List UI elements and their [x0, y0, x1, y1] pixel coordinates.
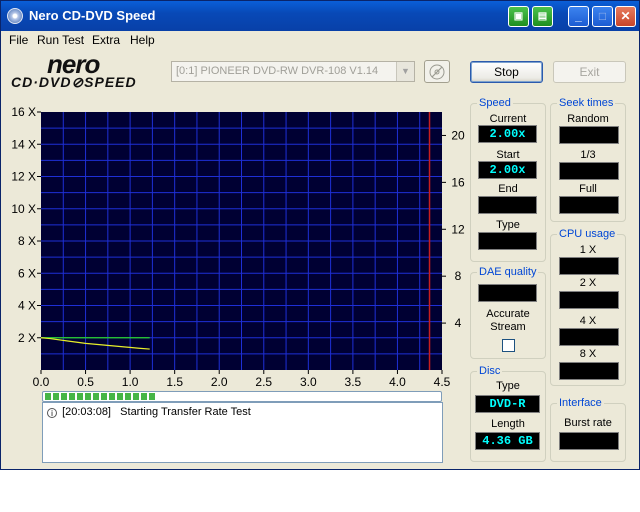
main-window: Nero CD-DVD Speed ▣ ▤ _ □ ✕ File Run Tes…: [0, 0, 640, 470]
seek-third-display: [559, 162, 619, 180]
nero-logo: nero CD·DVD⊘SPEED: [9, 49, 159, 91]
y-left-tick-label: 14 X: [11, 137, 36, 151]
dae-quality-group-title: DAE quality: [477, 266, 539, 278]
test-progress-bar: [42, 391, 442, 402]
close-button[interactable]: ✕: [615, 6, 636, 27]
drive-select-value: [0:1] PIONEER DVD-RW DVR-108 V1.14: [176, 65, 379, 77]
tray-green-icon[interactable]: ▣: [508, 6, 529, 27]
burst-rate-display: [559, 432, 619, 450]
app-cd-icon[interactable]: [7, 8, 23, 24]
end-speed-label: End: [498, 183, 518, 195]
x-tick-label: 2.0: [211, 375, 228, 389]
logo-cd-dvd-speed-text: CD·DVD⊘SPEED: [11, 74, 137, 90]
cpu-usage-group-title: CPU usage: [557, 228, 618, 240]
cpu-8x-display: [559, 362, 619, 380]
log-timestamp: [20:03:08]: [62, 406, 111, 418]
y-left-tick-label: 6 X: [18, 266, 36, 280]
y-right-tick-label: 8: [455, 269, 462, 283]
minimize-button[interactable]: _: [568, 6, 589, 27]
y-right-tick-label: 20: [451, 128, 465, 142]
progress-fill: [45, 393, 156, 400]
speed-group: Speed Current 2.00x Start 2.00x End Type: [470, 97, 546, 262]
log-entry: i [20:03:08] Starting Transfer Rate Test: [47, 406, 251, 418]
current-speed-label: Current: [489, 113, 527, 125]
disc-type-display: DVD-R: [475, 395, 540, 413]
x-tick-label: 0.5: [77, 375, 94, 389]
y-left-tick-label: 4 X: [18, 299, 36, 313]
eject-button[interactable]: [424, 60, 450, 83]
maximize-button[interactable]: □: [592, 6, 613, 27]
speed-group-title: Speed: [477, 97, 513, 109]
cpu-4x-label: 4 X: [579, 315, 597, 327]
cpu-2x-display: [559, 291, 619, 309]
speed-type-label: Type: [496, 219, 520, 231]
end-speed-display: [478, 196, 537, 214]
y-left-tick-label: 12 X: [11, 170, 36, 184]
accurate-stream-label: Accurate Stream: [486, 308, 530, 333]
x-tick-label: 4.0: [389, 375, 406, 389]
seek-third-label: 1/3: [580, 149, 596, 161]
cpu-1x-display: [559, 257, 619, 275]
cpu-2x-label: 2 X: [579, 277, 597, 289]
seek-random-label: Random: [567, 113, 609, 125]
save-green-icon[interactable]: ▤: [532, 6, 553, 27]
menu-extra[interactable]: Extra: [92, 33, 120, 47]
y-left-tick-label: 2 X: [18, 331, 36, 345]
speed-type-display: [478, 232, 537, 250]
cpu-usage-group: CPU usage 1 X 2 X 4 X 8 X: [550, 228, 626, 386]
seek-times-group: Seek times Random 1/3 Full: [550, 97, 626, 222]
x-tick-label: 1.5: [166, 375, 183, 389]
exit-button[interactable]: Exit: [553, 61, 626, 83]
menu-run-test[interactable]: Run Test: [37, 33, 84, 47]
dae-quality-group: DAE quality Accurate Stream: [470, 266, 546, 359]
start-speed-label: Start: [496, 149, 520, 161]
transfer-rate-chart: 0.0 0.5 1.0 1.5 2.0 2.5 3.0 3.5 4.0 4.5 2 X 4 X 6 X 8…: [11, 105, 465, 389]
burst-rate-label: Burst rate: [564, 417, 612, 429]
y-right-tick-label: 4: [455, 316, 462, 330]
cpu-1x-label: 1 X: [579, 244, 597, 256]
window-title: Nero CD-DVD Speed: [29, 8, 156, 23]
stop-button[interactable]: Stop: [470, 61, 543, 83]
seek-random-display: [559, 126, 619, 144]
log-message: Starting Transfer Rate Test: [120, 406, 251, 418]
x-tick-label: 1.0: [122, 375, 139, 389]
dae-quality-display: [478, 284, 537, 302]
log-panel[interactable]: i [20:03:08] Starting Transfer Rate Test: [42, 402, 443, 463]
disc-length-label: Length: [491, 418, 525, 430]
cpu-8x-label: 8 X: [579, 348, 597, 360]
y-right-tick-label: 16: [451, 175, 465, 189]
disc-type-label: Type: [496, 380, 520, 392]
current-speed-display: 2.00x: [478, 125, 537, 143]
title-bar[interactable]: Nero CD-DVD Speed ▣ ▤ _ □ ✕: [1, 1, 639, 31]
y-left-tick-label: 8 X: [18, 234, 36, 248]
drive-select[interactable]: [0:1] PIONEER DVD-RW DVR-108 V1.14 ▼: [171, 61, 415, 82]
chevron-down-icon[interactable]: ▼: [396, 62, 414, 81]
x-tick-label: 3.0: [300, 375, 317, 389]
start-speed-display: 2.00x: [478, 161, 537, 179]
disc-length-display: 4.36 GB: [475, 432, 540, 450]
interface-group-title: Interface: [557, 397, 604, 409]
disc-eject-icon: [429, 64, 445, 80]
y-right-tick-label: 12: [451, 222, 465, 236]
x-tick-label: 3.5: [345, 375, 362, 389]
cpu-4x-display: [559, 328, 619, 346]
seek-times-group-title: Seek times: [557, 97, 616, 109]
x-tick-label: 4.5: [434, 375, 451, 389]
info-icon: i: [47, 408, 57, 418]
seek-full-display: [559, 196, 619, 214]
x-tick-label: 2.5: [255, 375, 272, 389]
seek-full-label: Full: [579, 183, 597, 195]
menu-help[interactable]: Help: [130, 33, 155, 47]
menu-bar: File Run Test Extra Help: [1, 31, 639, 49]
disc-group-title: Disc: [477, 365, 503, 377]
menu-file[interactable]: File: [9, 33, 28, 47]
interface-group: Interface Burst rate: [550, 397, 626, 462]
x-tick-label: 0.0: [33, 375, 50, 389]
accurate-stream-checkbox[interactable]: [502, 339, 515, 352]
disc-group: Disc Type DVD-R Length 4.36 GB: [470, 365, 546, 462]
y-left-tick-label: 10 X: [11, 202, 36, 216]
y-left-tick-label: 16 X: [11, 105, 36, 119]
